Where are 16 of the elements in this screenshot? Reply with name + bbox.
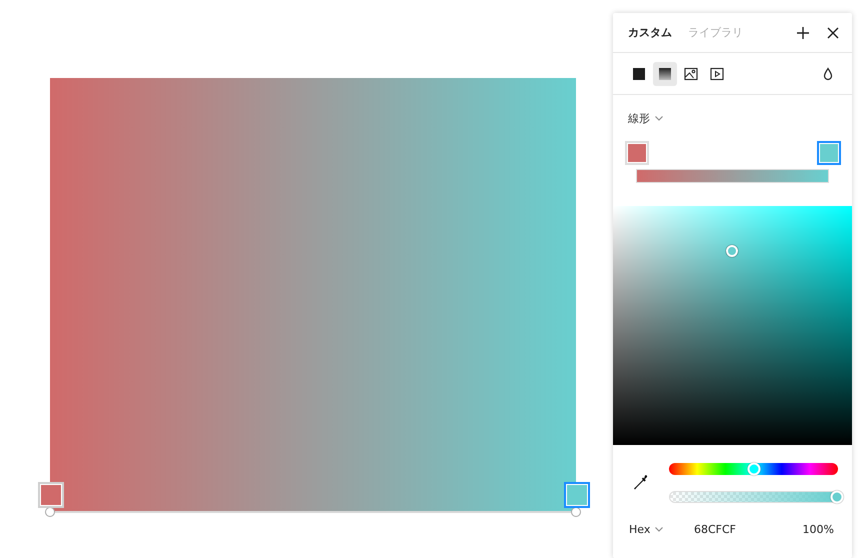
opacity-value-field[interactable]: 100% xyxy=(802,523,834,536)
hue-slider[interactable] xyxy=(669,463,838,475)
gradient-type-dropdown[interactable]: 線形 xyxy=(628,110,663,126)
format-dropdown[interactable]: Hex xyxy=(629,523,694,536)
eyedropper-icon[interactable] xyxy=(633,474,649,492)
gradient-bar[interactable] xyxy=(636,169,829,183)
chevron-icon xyxy=(655,527,664,532)
color-picker[interactable] xyxy=(613,206,852,445)
plus-icon[interactable] xyxy=(796,26,810,40)
chevron-icon xyxy=(655,116,663,120)
drop-icon[interactable] xyxy=(822,66,834,80)
fill-type-button[interactable] xyxy=(653,62,677,86)
hex-value-field[interactable]: 68CFCF xyxy=(694,523,803,536)
tab[interactable]: カスタム xyxy=(628,25,672,40)
picker-handle[interactable] xyxy=(726,244,738,257)
close-icon[interactable] xyxy=(826,26,840,40)
